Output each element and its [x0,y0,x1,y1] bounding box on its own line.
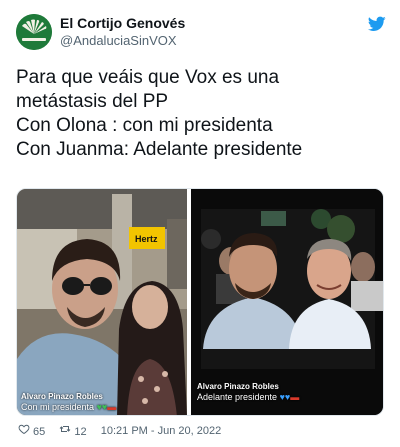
author-names: El Cortijo Genovés @AndaluciaSinVOX [60,14,185,49]
like-button[interactable]: 65 [18,423,45,439]
retweet-icon [60,426,71,432]
right-caption-name: Alvaro Pinazo Robles [197,382,279,391]
heart-icon [18,424,30,435]
retweet-count: 12 [74,426,87,439]
left-caption: Alvaro Pinazo Robles Con mi presidenta ♥… [21,392,116,412]
display-name[interactable]: El Cortijo Genovés [60,14,185,32]
fan-logo-icon [16,14,52,50]
tweet-text-line: Con Olona : con mi presidenta [16,115,273,136]
twitter-bird-icon[interactable] [368,16,386,32]
tweet-timestamp[interactable]: 10:21 PM - Jun 20, 2022 [101,424,221,438]
green-hearts-icon: ♥♥▬ [96,402,117,412]
tweet-text-line: Para que veáis que Vox es una [16,67,280,88]
tweet-media[interactable]: Hertz Alvaro Pinazo Robles Con mi presid… [16,188,384,416]
blue-hearts-icon: ♥♥▬ [279,392,300,402]
photo-right[interactable]: Alvaro Pinazo Robles Adelante presidente… [191,189,383,415]
right-caption-text: Adelante presidente [197,392,278,402]
left-caption-name: Alvaro Pinazo Robles [21,392,103,401]
tweet-header: El Cortijo Genovés @AndaluciaSinVOX [16,12,386,52]
tweet-text-line: metástasis del PP [16,91,169,112]
retweet-button[interactable]: 12 [59,423,87,439]
tweet-footer: 65 12 10:21 PM - Jun 20, 2022 [18,423,388,439]
photo-left-image: Hertz [17,189,187,415]
user-handle[interactable]: @AndaluciaSinVOX [60,32,185,49]
tweet-text-line: Con Juanma: Adelante presidente [16,139,303,160]
like-count: 65 [33,426,46,439]
tweet-text: Para que veáis que Vox es una metástasis… [16,66,386,162]
photo-left[interactable]: Hertz Alvaro Pinazo Robles Con mi presid… [17,189,187,415]
right-caption: Alvaro Pinazo Robles Adelante presidente… [197,382,299,402]
avatar[interactable] [16,14,52,50]
hertz-sign-text: Hertz [135,234,158,244]
left-caption-text: Con mi presidenta [21,402,95,412]
